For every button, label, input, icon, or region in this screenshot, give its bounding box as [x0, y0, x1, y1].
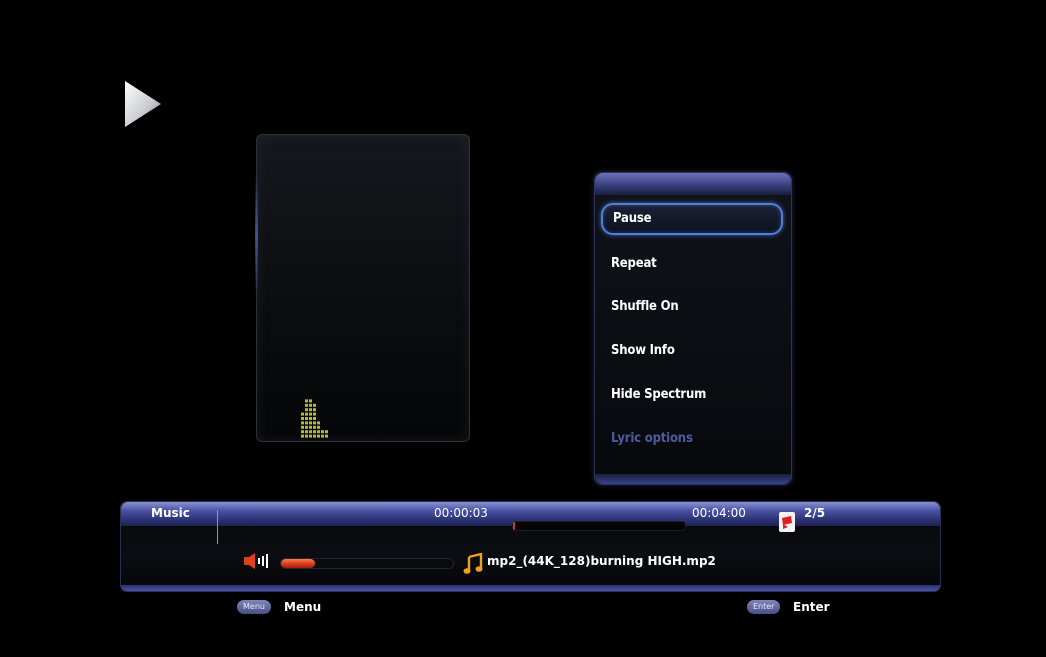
- spectrum-panel: [255, 134, 470, 442]
- enter-hint-label[interactable]: Enter: [793, 600, 830, 614]
- now-playing-bar: Music 00:00:03 00:04:00 2/5 mp2_(44K_128…: [120, 501, 941, 592]
- spectrum-block: [317, 425, 320, 429]
- spectrum-block: [313, 421, 316, 425]
- info-bar-footer: [121, 585, 940, 591]
- spectrum-block: [309, 412, 312, 416]
- spectrum-block: [313, 403, 316, 407]
- spectrum-block: [317, 421, 320, 425]
- menu-header-strip: [595, 173, 791, 195]
- spectrum-block: [301, 430, 304, 434]
- spectrum-block: [313, 412, 316, 416]
- now-playing-filename: mp2_(44K_128)burning HIGH.mp2: [487, 554, 716, 568]
- key-hint-bar: Menu Menu Enter Enter: [0, 594, 1046, 624]
- playback-progress-bar[interactable]: [512, 521, 686, 531]
- volume-level-fill: [281, 559, 316, 568]
- spectrum-block: [301, 421, 304, 425]
- track-position: 2/5: [804, 506, 826, 520]
- menu-item-show-info[interactable]: Show Info: [601, 335, 783, 367]
- spectrum-block: [309, 417, 312, 420]
- spectrum-block: [325, 434, 328, 438]
- spectrum-block: [305, 403, 308, 407]
- playlist-icon: [779, 512, 795, 532]
- menu-item-hide-spectrum[interactable]: Hide Spectrum: [601, 379, 783, 411]
- source-label: Music: [151, 506, 190, 520]
- spectrum-block: [309, 408, 312, 412]
- spectrum-block: [313, 434, 316, 438]
- enter-key-badge: Enter: [747, 600, 781, 614]
- play-icon: [125, 81, 161, 127]
- spectrum-block: [301, 425, 304, 429]
- playback-progress-fill: [513, 522, 516, 530]
- spectrum-block: [309, 430, 312, 434]
- spectrum-block: [309, 434, 312, 438]
- spectrum-block: [313, 430, 316, 434]
- spectrum-block: [301, 417, 304, 420]
- spectrum-block: [317, 430, 320, 434]
- volume-slider[interactable]: [280, 558, 454, 569]
- speaker-volume-icon: [244, 553, 268, 569]
- menu-item-shuffle-on[interactable]: Shuffle On: [601, 291, 783, 323]
- playback-options-menu: Pause Repeat Shuffle On Show Info Hide S…: [594, 172, 792, 485]
- spectrum-block: [321, 434, 324, 438]
- current-time: 00:00:03: [434, 506, 488, 520]
- spectrum-block: [313, 408, 316, 412]
- spectrum-block: [317, 434, 320, 438]
- spectrum-block: [313, 425, 316, 429]
- spectrum-block: [305, 408, 308, 412]
- spectrum-block: [309, 425, 312, 429]
- panel-edge-glow: [255, 175, 258, 295]
- spectrum-block: [301, 434, 304, 438]
- spectrum-block: [309, 399, 312, 403]
- spectrum-block: [313, 417, 316, 420]
- spectrum-block: [305, 430, 308, 434]
- spectrum-block: [309, 403, 312, 407]
- spectrum-block: [305, 434, 308, 438]
- spectrum-block: [305, 399, 308, 403]
- music-note-icon: [463, 553, 483, 574]
- music-player-screen: Pause Repeat Shuffle On Show Info Hide S…: [0, 0, 1046, 657]
- menu-key-badge: Menu: [237, 600, 271, 614]
- menu-footer-strip: [595, 474, 791, 484]
- spectrum-block: [305, 412, 308, 416]
- spectrum-block: [321, 430, 324, 434]
- menu-hint-label[interactable]: Menu: [284, 600, 321, 614]
- spectrum-block: [305, 417, 308, 420]
- header-divider: [217, 510, 218, 544]
- spectrum-block: [305, 421, 308, 425]
- spectrum-visualizer: [301, 399, 328, 438]
- spectrum-block: [301, 412, 304, 416]
- menu-item-repeat[interactable]: Repeat: [601, 248, 783, 280]
- menu-item-pause[interactable]: Pause: [601, 203, 783, 235]
- spectrum-block: [309, 421, 312, 425]
- menu-item-lyric-options[interactable]: Lyric options: [601, 423, 783, 455]
- total-time: 00:04:00: [692, 506, 746, 520]
- spectrum-block: [325, 430, 328, 434]
- spectrum-block: [305, 425, 308, 429]
